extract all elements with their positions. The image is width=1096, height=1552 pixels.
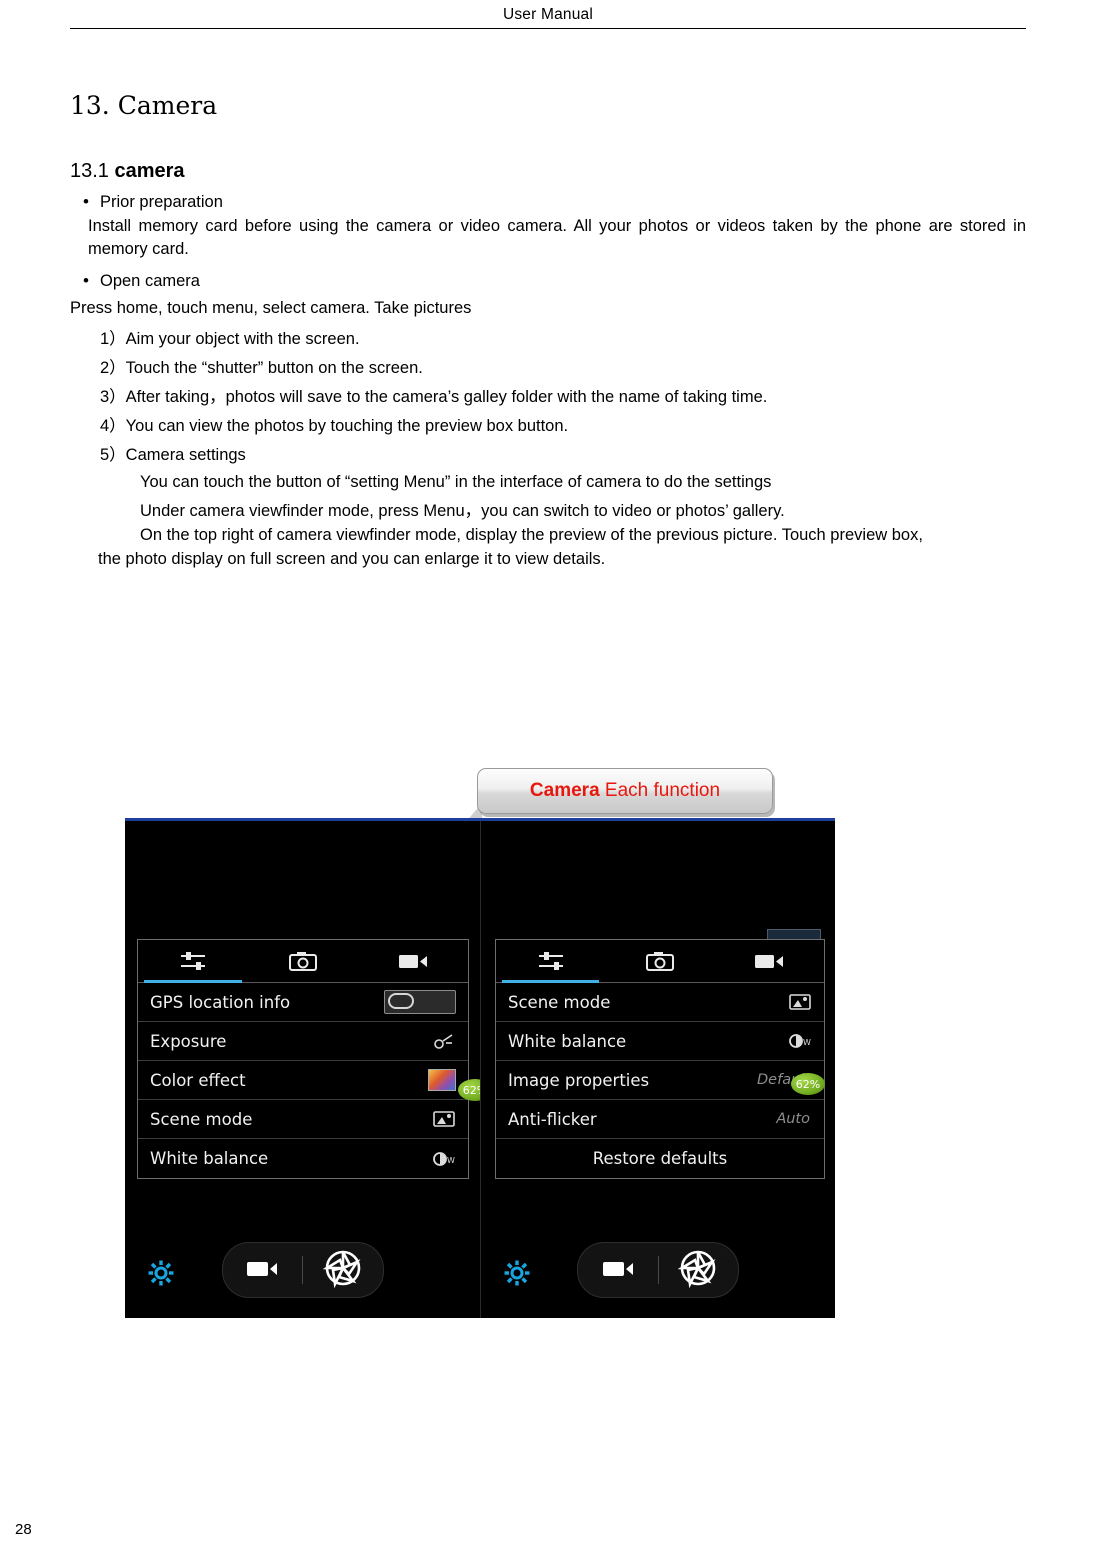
list-item-1: 1）Aim your object with the screen. <box>100 330 360 349</box>
switch-to-video-button-left[interactable] <box>223 1257 303 1284</box>
setting-row-scene-mode[interactable]: Scene mode <box>138 1100 468 1139</box>
shutter-icon <box>677 1248 718 1293</box>
setting-label: Exposure <box>150 1031 227 1051</box>
settings-line-2: Under camera viewfinder mode, press Menu… <box>140 502 785 521</box>
page-header: User Manual <box>502 6 594 23</box>
setting-row-anti-flicker[interactable]: Anti-flicker Auto <box>496 1100 824 1139</box>
section-heading-13: 13. Camera <box>70 91 218 120</box>
capture-controls-left <box>221 1242 384 1298</box>
settings-gear-icon[interactable] <box>503 1259 531 1292</box>
setting-label: White balance <box>150 1149 269 1168</box>
setting-label: Restore defaults <box>592 1149 728 1168</box>
setting-row-white-balance-right[interactable]: White balance W <box>496 1022 824 1061</box>
tab-general-settings-left[interactable] <box>138 940 248 983</box>
color-swatch <box>428 1069 456 1091</box>
settings-gear-icon[interactable] <box>147 1259 175 1292</box>
gps-toggle[interactable] <box>384 990 456 1014</box>
paragraph-memory-card: Install memory card before using the cam… <box>88 217 1026 259</box>
exposure-icon <box>432 1031 456 1051</box>
setting-row-restore-defaults[interactable]: Restore defaults <box>496 1139 824 1178</box>
switch-to-video-button-right[interactable] <box>578 1257 658 1284</box>
callout-label-bold: Camera <box>529 780 600 801</box>
screenshot-left: GPS location info Exposure Color effect … <box>125 821 492 1318</box>
bottom-bar-right <box>481 1238 835 1300</box>
tab-video-right[interactable] <box>715 940 824 982</box>
shutter-button-left[interactable] <box>303 1248 383 1293</box>
scene-icon <box>432 1109 456 1129</box>
settings-tabs-left <box>138 940 468 983</box>
shutter-icon <box>322 1248 363 1293</box>
callout-label-rest: Each function <box>599 780 721 801</box>
document-page: User Manual 13. Camera 13.1 camera Prior… <box>0 0 1096 1552</box>
settings-line-3: On the top right of camera viewfinder mo… <box>140 526 923 545</box>
setting-row-exposure[interactable]: Exposure <box>138 1022 468 1061</box>
battery-badge-right: 62% <box>791 1073 825 1095</box>
setting-label: Image properties <box>508 1070 650 1090</box>
tab-photo-right[interactable] <box>605 940 714 982</box>
setting-row-color-effect[interactable]: Color effect <box>138 1061 468 1100</box>
color-swatch-icon <box>428 1069 456 1091</box>
setting-row-scene-mode-right[interactable]: Scene mode <box>496 983 824 1022</box>
header-divider <box>70 28 1026 29</box>
setting-row-image-properties[interactable]: Image properties Default <box>496 1061 824 1100</box>
tab-photo-left[interactable] <box>248 940 358 982</box>
callout-box: Camera Each function <box>477 768 773 814</box>
list-item-3: 3）After taking，photos will save to the c… <box>100 388 768 407</box>
toggle-track <box>384 990 456 1014</box>
setting-value: Auto <box>776 1111 810 1127</box>
camera-icon <box>645 950 675 972</box>
figure-camera-settings: GPS location info Exposure Color effect … <box>125 818 835 1318</box>
screenshot-right: Scene mode White balance W Image propert… <box>480 821 835 1318</box>
paragraph-press-home: Press home, touch menu, select camera. T… <box>70 298 472 317</box>
sliders-icon <box>536 950 566 972</box>
page-number: 28 <box>15 1521 32 1538</box>
setting-label: Scene mode <box>508 992 611 1012</box>
video-camera-icon <box>753 951 785 971</box>
bottom-bar-left <box>125 1238 480 1300</box>
bullet-open-camera: Open camera <box>83 271 1026 291</box>
setting-label: GPS location info <box>150 992 291 1012</box>
settings-panel-right: Scene mode White balance W Image propert… <box>495 939 825 1179</box>
white-balance-icon: W <box>430 1149 456 1169</box>
tab-video-left[interactable] <box>358 940 468 982</box>
setting-row-white-balance[interactable]: White balance W <box>138 1139 468 1178</box>
section-title: camera <box>114 160 185 182</box>
section-heading-13-1: 13.1 camera <box>70 160 1026 183</box>
sliders-icon <box>178 950 208 972</box>
setting-label: Scene mode <box>150 1109 253 1129</box>
scene-icon <box>788 992 812 1012</box>
setting-label: Anti-flicker <box>508 1109 597 1129</box>
camera-icon <box>288 950 318 972</box>
callout-text: Camera Each function <box>530 780 720 802</box>
video-camera-icon <box>244 1257 280 1284</box>
video-camera-icon <box>600 1257 636 1284</box>
settings-tabs-right <box>496 940 824 983</box>
shutter-button-right[interactable] <box>659 1248 739 1293</box>
settings-line-1: You can touch the button of “setting Men… <box>140 473 772 492</box>
list-item-2: 2）Touch the “shutter” button on the scre… <box>100 359 423 378</box>
white-balance-icon: W <box>786 1031 812 1051</box>
setting-row-gps[interactable]: GPS location info <box>138 983 468 1022</box>
settings-panel-left: GPS location info Exposure Color effect … <box>137 939 469 1179</box>
list-item-5: 5）Camera settings <box>100 446 246 465</box>
svg-text:W: W <box>447 1156 455 1165</box>
capture-controls-right <box>577 1242 739 1298</box>
settings-line-4: the photo display on full screen and you… <box>98 550 606 569</box>
list-item-4: 4）You can view the photos by touching th… <box>100 417 569 436</box>
toggle-knob <box>388 993 414 1009</box>
setting-label: Color effect <box>150 1070 246 1090</box>
svg-text:W: W <box>803 1038 811 1047</box>
tab-general-settings-right[interactable] <box>496 940 605 983</box>
section-number: 13.1 <box>70 160 115 182</box>
bullet-prior-preparation: Prior preparation <box>83 192 1026 212</box>
video-camera-icon <box>397 951 429 971</box>
setting-label: White balance <box>508 1031 627 1051</box>
